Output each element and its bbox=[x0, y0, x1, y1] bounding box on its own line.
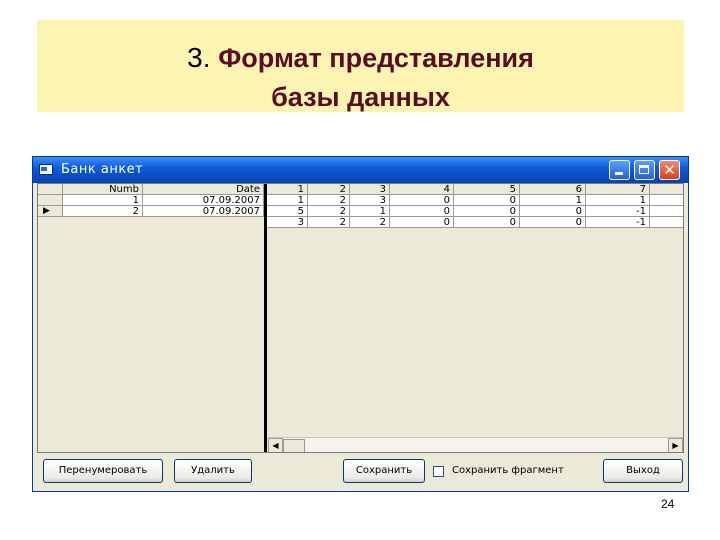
renumber-button[interactable]: Перенумеровать bbox=[43, 459, 163, 483]
cell-numb[interactable]: 1 bbox=[63, 195, 143, 206]
minimize-icon bbox=[615, 172, 623, 175]
save-fragment-label: Сохранить фрагмент bbox=[452, 465, 564, 476]
header-col-2[interactable]: 2 bbox=[308, 184, 350, 195]
row-indicator bbox=[38, 195, 63, 206]
cell-col-1[interactable]: 5 bbox=[267, 206, 308, 217]
cell-col-6[interactable]: 0 bbox=[520, 206, 586, 217]
cell-date[interactable]: 07.09.2007 bbox=[143, 206, 264, 217]
cell-numb[interactable]: 2 bbox=[63, 206, 143, 217]
cell-spacer bbox=[650, 217, 683, 228]
data-grid[interactable]: Numb Date 1 2 3 4 5 6 7 1 07.09.2007 1 2… bbox=[37, 183, 684, 453]
header-col-4[interactable]: 4 bbox=[390, 184, 454, 195]
header-col-3[interactable]: 3 bbox=[350, 184, 390, 195]
header-col-7[interactable]: 7 bbox=[586, 184, 650, 195]
cell-col-2[interactable]: 2 bbox=[308, 217, 350, 228]
header-spacer bbox=[650, 184, 683, 195]
page-number: 24 bbox=[661, 497, 675, 511]
horizontal-scrollbar[interactable]: ◀ ▶ bbox=[268, 437, 683, 452]
cell-col-7[interactable]: -1 bbox=[586, 217, 650, 228]
cell-col-4[interactable]: 0 bbox=[390, 217, 454, 228]
app-window: Банк анкет ✕ Numb Date 1 2 3 4 5 6 7 1 0… bbox=[32, 156, 689, 492]
minimize-button[interactable] bbox=[609, 160, 630, 180]
save-button[interactable]: Сохранить bbox=[343, 459, 425, 483]
fixed-column-divider bbox=[264, 184, 267, 452]
cell-col-2[interactable]: 2 bbox=[308, 206, 350, 217]
slide-title-line2: базы данных bbox=[271, 82, 450, 112]
cell-col-3[interactable]: 3 bbox=[350, 195, 390, 206]
row-indicator: ▶ bbox=[38, 206, 63, 217]
cell-col-5[interactable]: 0 bbox=[454, 217, 520, 228]
cell-col-5[interactable]: 0 bbox=[454, 206, 520, 217]
close-button[interactable]: ✕ bbox=[659, 160, 680, 180]
cell-col-3[interactable]: 1 bbox=[350, 206, 390, 217]
save-fragment-checkbox[interactable] bbox=[433, 466, 444, 477]
delete-button[interactable]: Удалить bbox=[174, 459, 252, 483]
maximize-icon bbox=[639, 165, 649, 174]
cell-col-1[interactable]: 1 bbox=[267, 195, 308, 206]
scroll-thumb[interactable] bbox=[283, 439, 305, 452]
scroll-left-icon[interactable]: ◀ bbox=[268, 438, 283, 452]
window-titlebar[interactable]: Банк анкет ✕ bbox=[33, 157, 688, 183]
header-numb[interactable]: Numb bbox=[63, 184, 143, 195]
header-col-6[interactable]: 6 bbox=[520, 184, 586, 195]
cell-col-2[interactable]: 2 bbox=[308, 195, 350, 206]
cell-date[interactable]: 07.09.2007 bbox=[143, 195, 264, 206]
maximize-button[interactable] bbox=[634, 160, 655, 180]
cell-col-7[interactable]: 1 bbox=[586, 195, 650, 206]
header-indicator bbox=[38, 184, 63, 195]
scroll-right-icon[interactable]: ▶ bbox=[668, 438, 683, 452]
slide-title-line1: 3. Формат представления bbox=[37, 42, 684, 74]
header-col-5[interactable]: 5 bbox=[454, 184, 520, 195]
slide-title-text: Формат представления bbox=[218, 43, 534, 73]
close-icon: ✕ bbox=[663, 161, 676, 179]
cell-col-5[interactable]: 0 bbox=[454, 195, 520, 206]
cell-spacer bbox=[650, 195, 683, 206]
window-title: Банк анкет bbox=[61, 162, 144, 177]
header-date[interactable]: Date bbox=[143, 184, 264, 195]
cell-col-4[interactable]: 0 bbox=[390, 195, 454, 206]
header-col-1[interactable]: 1 bbox=[267, 184, 308, 195]
cell-col-6[interactable]: 0 bbox=[520, 217, 586, 228]
cell-col-6[interactable]: 1 bbox=[520, 195, 586, 206]
slide-title-box: 3. Формат представления базы данных bbox=[37, 20, 684, 112]
slide-title-number: 3. bbox=[187, 42, 211, 73]
exit-button[interactable]: Выход bbox=[603, 459, 683, 483]
window-app-icon bbox=[39, 164, 53, 175]
cell-col-1[interactable]: 3 bbox=[267, 217, 308, 228]
cell-col-7[interactable]: -1 bbox=[586, 206, 650, 217]
cell-col-3[interactable]: 2 bbox=[350, 217, 390, 228]
cell-col-4[interactable]: 0 bbox=[390, 206, 454, 217]
cell-spacer bbox=[650, 206, 683, 217]
